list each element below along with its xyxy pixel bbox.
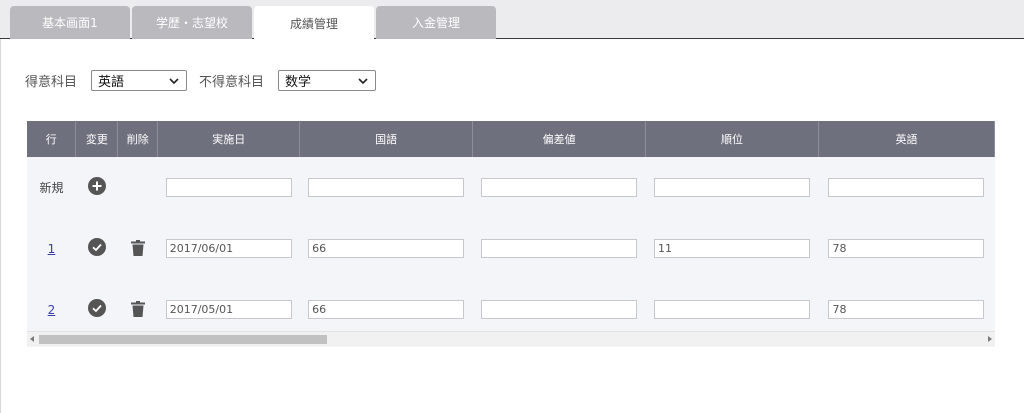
new-deviation-input[interactable] (481, 178, 638, 197)
new-date-input[interactable] (165, 178, 292, 197)
header-rank: 順位 (645, 121, 819, 157)
tab-grades[interactable]: 成績管理 (254, 6, 374, 40)
header-japanese: 国語 (299, 121, 474, 157)
table-header-row: 行 変更 削除 実施日 国語 偏差値 順位 英語 (27, 121, 995, 157)
scroll-right-icon[interactable] (988, 336, 992, 342)
date-input[interactable] (165, 239, 292, 258)
rank-input[interactable] (654, 300, 811, 319)
chevron-down-icon (358, 77, 368, 84)
strong-subject-label: 得意科目 (25, 75, 78, 90)
tab-bar: 基本画面1 学歴・志望校 成績管理 入金管理 (0, 0, 1024, 40)
japanese-score-input[interactable] (308, 239, 465, 258)
delete-row-button[interactable] (129, 239, 147, 257)
confirm-row-button[interactable] (87, 299, 106, 317)
grades-panel: 得意科目 英語 不得意科目 数学 行 変更 削除 実施日 国語 偏差値 順位 英… (0, 39, 1024, 413)
trash-icon (130, 239, 145, 256)
new-japanese-input[interactable] (308, 178, 465, 197)
grades-table-viewport: 行 変更 削除 実施日 国語 偏差値 順位 英語 新規 1 2017/06/01… (27, 121, 995, 347)
tab-label: 入金管理 (411, 16, 460, 30)
header-row-number: 行 (27, 121, 77, 157)
deviation-input[interactable] (481, 239, 638, 258)
scrollbar-thumb[interactable] (39, 335, 327, 344)
delete-row-button[interactable] (129, 300, 147, 318)
add-row-button[interactable] (87, 177, 106, 195)
tab-label: 学歴・志望校 (155, 16, 228, 30)
header-english: 英語 (818, 121, 995, 157)
row-number-link[interactable]: 2 (48, 303, 56, 317)
confirm-row-button[interactable] (87, 238, 106, 256)
grades-table: 行 変更 削除 実施日 国語 偏差値 順位 英語 新規 1 2017/06/01… (27, 121, 995, 340)
header-delete: 削除 (117, 121, 159, 157)
check-circle-icon (87, 299, 106, 317)
date-input[interactable] (165, 300, 292, 319)
trash-icon (130, 300, 145, 317)
new-row: 新規 (27, 157, 995, 218)
table-row: 1 (27, 218, 995, 279)
subject-filter-row: 得意科目 英語 不得意科目 数学 (25, 70, 388, 91)
weak-subject-value: 数学 (285, 75, 312, 90)
header-date: 実施日 (157, 121, 301, 157)
english-score-input[interactable] (828, 239, 985, 258)
weak-subject-select[interactable]: 数学 (278, 70, 377, 91)
tab-education[interactable]: 学歴・志望校 (132, 6, 252, 39)
strong-subject-value: 英語 (98, 75, 125, 90)
english-score-input[interactable] (828, 300, 985, 319)
new-english-input[interactable] (828, 178, 985, 197)
tab-basic[interactable]: 基本画面1 (10, 6, 130, 39)
horizontal-scrollbar[interactable] (27, 331, 995, 346)
japanese-score-input[interactable] (308, 300, 465, 319)
row-number-link[interactable]: 1 (48, 242, 56, 256)
deviation-input[interactable] (481, 300, 638, 319)
check-circle-icon (87, 238, 106, 256)
scroll-left-icon[interactable] (30, 336, 34, 342)
weak-subject-label: 不得意科目 (199, 75, 265, 90)
tab-label: 成績管理 (289, 16, 338, 31)
rank-input[interactable] (654, 239, 811, 258)
chevron-down-icon (169, 77, 179, 84)
plus-circle-icon (87, 177, 106, 195)
strong-subject-select[interactable]: 英語 (91, 70, 188, 91)
tab-payment[interactable]: 入金管理 (376, 6, 496, 39)
header-deviation: 偏差値 (472, 121, 647, 157)
new-row-label: 新規 (39, 181, 64, 195)
header-edit: 変更 (75, 121, 119, 157)
new-rank-input[interactable] (654, 178, 811, 197)
tab-label: 基本画面1 (42, 16, 98, 30)
